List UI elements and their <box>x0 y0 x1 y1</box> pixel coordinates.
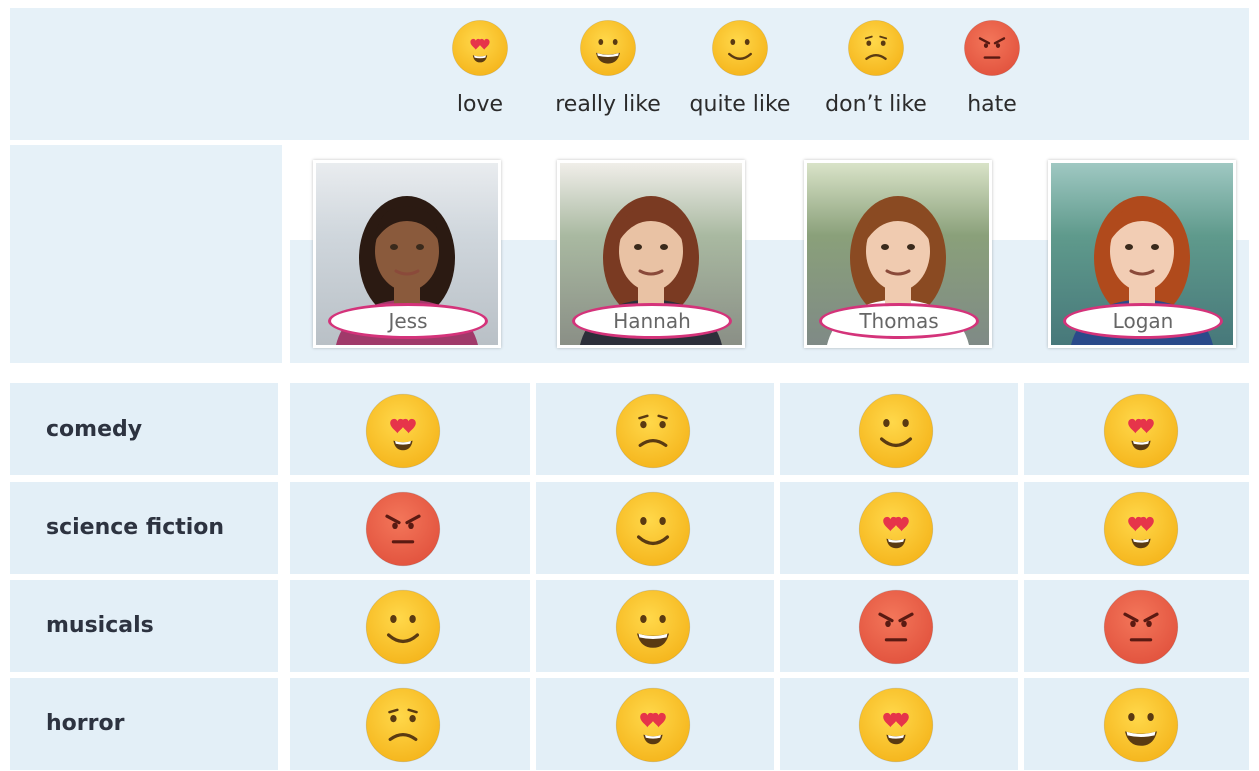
legend-label: quite like <box>689 92 791 117</box>
heart-eyes-face-icon <box>365 393 441 469</box>
heart-eyes-face-icon <box>452 20 508 76</box>
name-tag: Logan <box>1063 303 1223 339</box>
genre-label: horror <box>46 711 125 736</box>
genre-label: comedy <box>46 417 143 442</box>
frowning-face-icon <box>365 687 441 763</box>
person-name: Hannah <box>613 309 691 333</box>
angry-face-icon <box>964 20 1020 76</box>
smiling-face-icon <box>365 589 441 665</box>
legend-label: really like <box>555 92 661 117</box>
grinning-face-icon <box>1103 687 1179 763</box>
preferences-chart: love really like quite like don’t like h… <box>0 0 1259 771</box>
person-name: Logan <box>1112 309 1174 333</box>
heart-eyes-face-icon <box>858 687 934 763</box>
heart-eyes-face-icon <box>1103 393 1179 469</box>
person-card-thomas: Thomas <box>804 160 992 348</box>
name-tag: Hannah <box>572 303 732 339</box>
name-tag: Thomas <box>819 303 979 339</box>
name-tag: Jess <box>328 303 488 339</box>
genre-label: musicals <box>46 613 154 638</box>
frowning-face-icon <box>848 20 904 76</box>
angry-face-icon <box>858 589 934 665</box>
angry-face-icon <box>365 491 441 567</box>
legend-item-quite-like: quite like <box>670 18 810 117</box>
person-name: Jess <box>388 309 428 333</box>
smiling-face-icon <box>712 20 768 76</box>
angry-face-icon <box>1103 589 1179 665</box>
heart-eyes-face-icon <box>1103 491 1179 567</box>
frowning-face-icon <box>615 393 691 469</box>
grinning-face-icon <box>580 20 636 76</box>
genre-label: science fiction <box>46 515 225 540</box>
heart-eyes-face-icon <box>858 491 934 567</box>
legend-item-love: love <box>410 18 550 117</box>
person-name: Thomas <box>859 309 939 333</box>
smiling-face-icon <box>858 393 934 469</box>
person-card-jess: Jess <box>313 160 501 348</box>
legend-item-hate: hate <box>922 18 1062 117</box>
corner-panel <box>10 145 282 363</box>
legend-item-really-like: really like <box>538 18 678 117</box>
smiling-face-icon <box>615 491 691 567</box>
legend-label: love <box>456 92 504 117</box>
grinning-face-icon <box>615 589 691 665</box>
heart-eyes-face-icon <box>615 687 691 763</box>
legend-label: hate <box>967 92 1017 117</box>
person-card-hannah: Hannah <box>557 160 745 348</box>
person-card-logan: Logan <box>1048 160 1236 348</box>
